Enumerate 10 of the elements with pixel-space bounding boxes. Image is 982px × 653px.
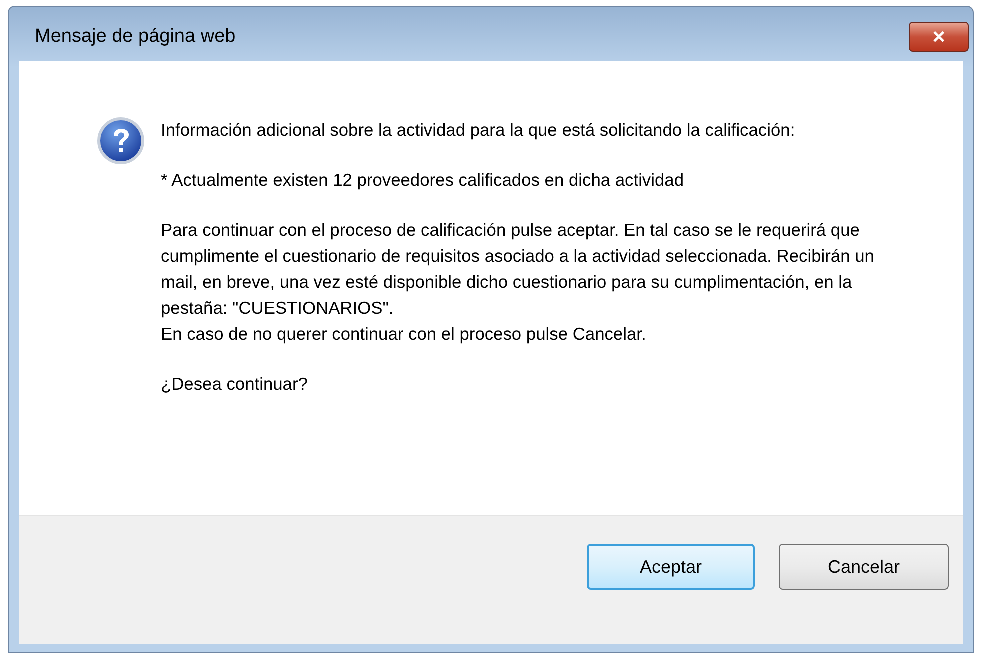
- message-text: * Actualmente existen 12 proveedores calificados en dicha actividad: [161, 169, 686, 192]
- close-button[interactable]: ✕: [909, 22, 969, 52]
- message-text: Para continuar con el proceso de calificación pulse aceptar. En tal caso se le requerirá que cumplimente el cuestionario de requisitos asociado a la actividad seleccionada. Recibirán un mail, en breve, una vez esté disponible dicho cuestionario para su cumplimentación, en la pestaña: "CUESTIONARIOS".: [161, 219, 876, 320]
- message-text: En caso de no querer continuar con el proceso pulse Cancelar.: [161, 323, 648, 346]
- question-icon: [97, 117, 145, 165]
- dialog-button[interactable]: Cancelar: [779, 544, 949, 590]
- window-title: Mensaje de página web: [34, 25, 236, 48]
- message-text: ¿Desea continuar?: [161, 373, 309, 396]
- message-text: Información adicional sobre la actividad para la que está solicitando la calificación:: [161, 119, 796, 142]
- dialog-button[interactable]: Aceptar: [587, 544, 755, 590]
